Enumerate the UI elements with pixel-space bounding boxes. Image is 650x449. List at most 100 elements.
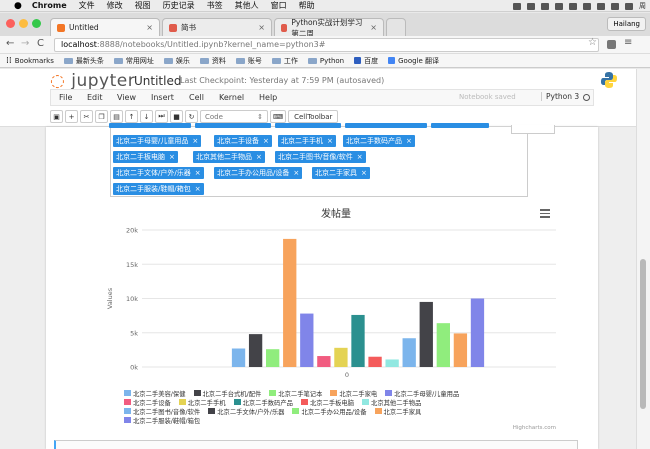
wifi-icon[interactable]: [583, 2, 591, 10]
reload-icon[interactable]: C: [37, 38, 44, 49]
battery-icon[interactable]: [611, 2, 619, 10]
mac-menu-view[interactable]: 视图: [135, 0, 151, 11]
mac-menu-bookmarks[interactable]: 书签: [207, 0, 223, 11]
move-down-icon[interactable]: ↓: [140, 110, 153, 123]
mac-menu-people[interactable]: 其他人: [235, 0, 259, 11]
restart-icon[interactable]: ↻: [185, 110, 198, 123]
bookmark-folder[interactable]: 账号: [235, 56, 262, 66]
tag-select-box[interactable]: 北京二手母婴/儿童用品 × 北京二手设备 × 北京二手手机 × 北京二手数码产品 × 北…: [109, 123, 528, 197]
tab-untitled[interactable]: Untitled ×: [50, 18, 160, 36]
bookmark-star-icon[interactable]: ☆: [588, 37, 597, 48]
remove-tag-icon[interactable]: ×: [357, 153, 363, 161]
remove-tag-icon[interactable]: ×: [361, 169, 367, 177]
close-window-button[interactable]: [6, 19, 15, 28]
close-tab-icon[interactable]: ×: [146, 23, 153, 32]
flag-icon[interactable]: [625, 2, 633, 10]
tag-item[interactable]: 北京二手手机 ×: [278, 135, 336, 147]
legend-item[interactable]: 北京二手板电脑: [300, 398, 354, 407]
close-tab-icon[interactable]: ×: [258, 23, 265, 32]
bookmark-folder[interactable]: 资料: [199, 56, 226, 66]
move-up-icon[interactable]: ↑: [125, 110, 138, 123]
remove-tag-icon[interactable]: ×: [169, 153, 175, 161]
back-icon[interactable]: ←: [6, 38, 14, 49]
tag-item[interactable]: 北京其他二手物品 ×: [193, 151, 265, 163]
legend-item[interactable]: 北京二手家具: [374, 407, 421, 416]
legend-item[interactable]: 北京二手设备: [124, 398, 171, 407]
bookmark-baidu[interactable]: 百度: [354, 56, 378, 66]
bookmark-folder[interactable]: 娱乐: [163, 56, 190, 66]
legend-item[interactable]: 北京二手家电: [330, 389, 377, 398]
menu-cell[interactable]: Cell: [189, 93, 204, 102]
mac-menu-history[interactable]: 历史记录: [163, 0, 195, 11]
status-icon[interactable]: [527, 2, 535, 10]
paste-icon[interactable]: ▤: [110, 110, 123, 123]
menu-edit[interactable]: Edit: [87, 93, 103, 102]
bookmark-folder[interactable]: 工作: [271, 56, 298, 66]
chart-credits[interactable]: Highcharts.com: [513, 425, 556, 431]
legend-item[interactable]: 北京二手美容/保健: [124, 389, 186, 398]
status-icon[interactable]: [513, 2, 521, 10]
legend-item[interactable]: 北京其他二手物品: [362, 398, 421, 407]
notebook-title[interactable]: Untitled: [134, 74, 181, 88]
celltoolbar-button[interactable]: CellToolbar: [288, 110, 339, 123]
legend-item[interactable]: 北京二手办公用品/设备: [292, 407, 367, 416]
keyboard-icon[interactable]: ⌨: [270, 110, 287, 123]
copy-icon[interactable]: ❐: [95, 110, 108, 123]
legend-item[interactable]: 北京二手数码产品: [233, 398, 293, 407]
close-tab-icon[interactable]: ×: [370, 23, 377, 32]
menu-file[interactable]: File: [59, 93, 72, 102]
add-cell-icon[interactable]: +: [65, 110, 78, 123]
run-icon[interactable]: ⏭: [155, 110, 168, 123]
mac-menu-app[interactable]: Chrome: [32, 1, 67, 10]
tag-item[interactable]: 北京二手板电脑 ×: [113, 151, 178, 163]
menu-view[interactable]: View: [117, 93, 136, 102]
tag-item[interactable]: 北京二手母婴/儿童用品 ×: [113, 135, 202, 147]
legend-item[interactable]: 北京二手服装/鞋帽/箱包: [124, 416, 200, 425]
tag-item[interactable]: 北京二手服装/鞋帽/箱包 ×: [113, 183, 204, 195]
tag-item[interactable]: 北京二手家具 ×: [312, 167, 370, 179]
stop-icon[interactable]: ■: [170, 110, 183, 123]
url-input[interactable]: localhost:8888/notebooks/Untitled.ipynb?…: [54, 38, 599, 52]
volume-icon[interactable]: [597, 2, 605, 10]
status-icon[interactable]: [569, 2, 577, 10]
jupyter-logo[interactable]: ◌ jupyter: [50, 71, 135, 91]
legend-item[interactable]: 北京二手台式机/配件: [193, 389, 261, 398]
remove-tag-icon[interactable]: ×: [263, 137, 269, 145]
remove-tag-icon[interactable]: ×: [195, 169, 201, 177]
status-icon[interactable]: [541, 2, 549, 10]
extension-icon[interactable]: [607, 40, 616, 49]
menu-help[interactable]: Help: [259, 93, 277, 102]
chrome-menu-icon[interactable]: ≡: [624, 37, 632, 48]
save-icon[interactable]: ▣: [50, 110, 63, 123]
side-input-box[interactable]: [511, 125, 555, 134]
new-tab-button[interactable]: [386, 18, 406, 36]
tab-python-plan[interactable]: Python实战计划学习第二周 ×: [274, 18, 384, 38]
menu-insert[interactable]: Insert: [151, 93, 174, 102]
legend-item[interactable]: 北京二手手机: [178, 398, 226, 407]
scrollbar-thumb[interactable]: [640, 259, 646, 409]
mac-menu-edit[interactable]: 修改: [107, 0, 123, 11]
apple-icon[interactable]: ●: [14, 1, 22, 11]
legend-item[interactable]: 北京二手母婴/儿童用品: [385, 389, 459, 398]
clock-text[interactable]: 周: [639, 1, 646, 11]
tab-jianshu[interactable]: 简书 ×: [162, 18, 272, 36]
menu-kernel[interactable]: Kernel: [219, 93, 244, 102]
tag-item[interactable]: 北京二手数码产品 ×: [343, 135, 415, 147]
tag-item[interactable]: 北京二手办公用品/设备 ×: [214, 167, 303, 179]
maximize-window-button[interactable]: [32, 19, 41, 28]
next-code-cell[interactable]: [54, 440, 578, 449]
remove-tag-icon[interactable]: ×: [406, 137, 412, 145]
tag-item[interactable]: 北京二手文体/户外/乐器 ×: [113, 167, 204, 179]
tag-item[interactable]: 北京二手设备 ×: [214, 135, 272, 147]
legend-item[interactable]: 北京二手笔记本: [269, 389, 322, 398]
cut-icon[interactable]: ✂: [80, 110, 93, 123]
bookmark-folder[interactable]: 最新头条: [63, 56, 104, 66]
remove-tag-icon[interactable]: ×: [327, 137, 333, 145]
forward-icon[interactable]: →: [21, 38, 29, 49]
remove-tag-icon[interactable]: ×: [256, 153, 262, 161]
cell-type-select[interactable]: Code ⇕: [200, 110, 268, 123]
profile-button[interactable]: Hailang: [607, 17, 646, 31]
page-scrollbar[interactable]: [636, 69, 650, 449]
legend-item[interactable]: 北京二手文体/户外/乐器: [208, 407, 284, 416]
mac-menu-file[interactable]: 文件: [79, 0, 95, 11]
